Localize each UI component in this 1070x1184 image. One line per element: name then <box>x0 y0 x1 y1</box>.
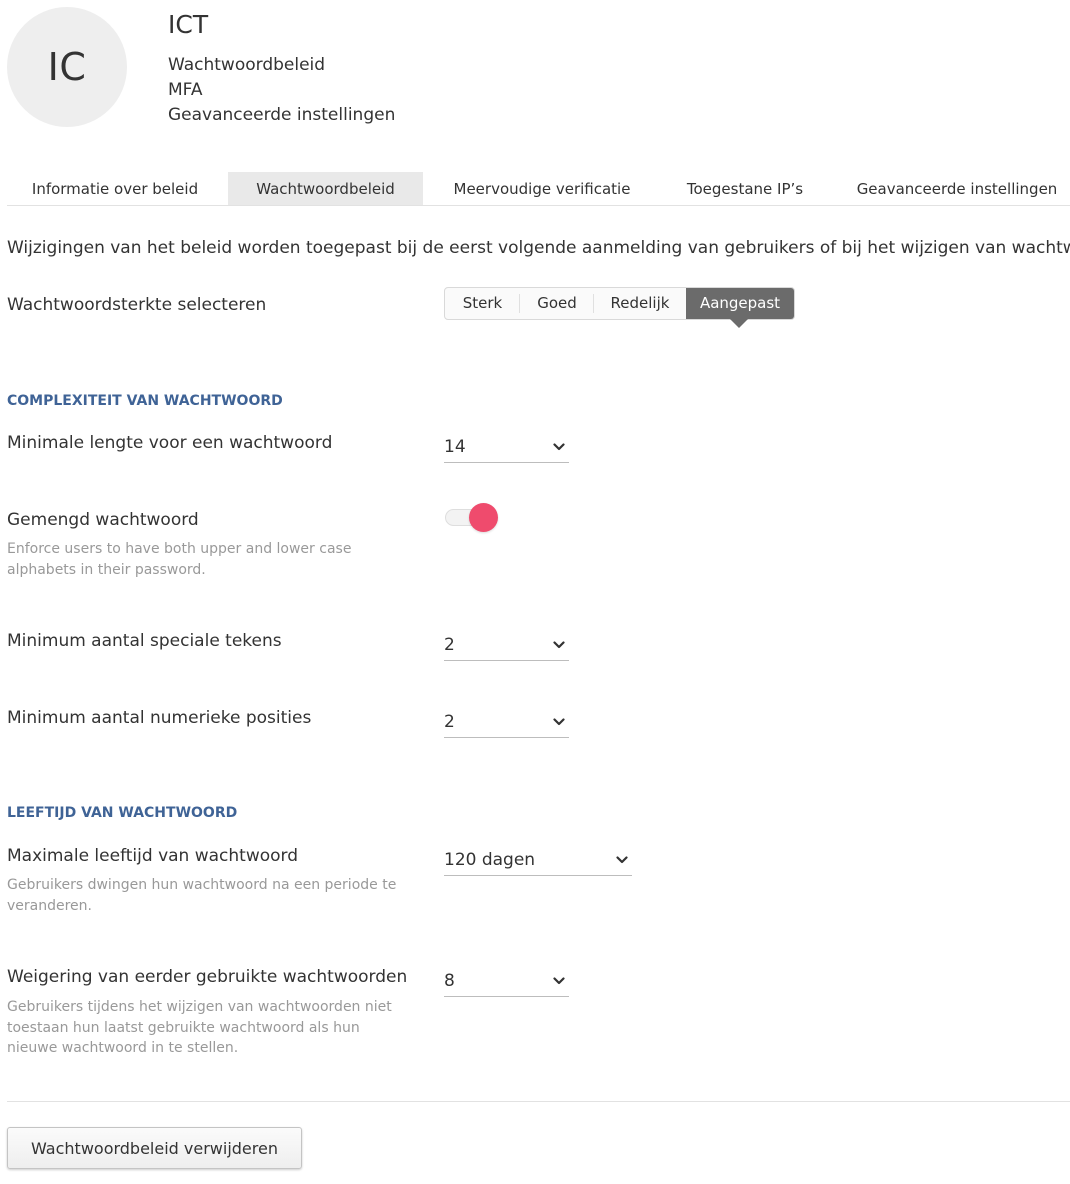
mixed-password-label: Gemengd wachtwoord <box>7 510 199 530</box>
min-numeric-label: Minimum aantal numerieke posities <box>7 708 312 728</box>
tab-advanced-settings[interactable]: Geavanceerde instellingen <box>852 172 1062 205</box>
chevron-down-icon <box>553 718 565 726</box>
tab-bar: Informatie over beleid Wachtwoordbeleid … <box>7 172 1070 206</box>
history-value: 8 <box>444 971 455 991</box>
chevron-down-icon <box>616 856 628 864</box>
policy-info-text: Wijzigingen van het beleid worden toegep… <box>7 238 1070 258</box>
delete-policy-button[interactable]: Wachtwoordbeleid verwijderen <box>7 1127 302 1169</box>
min-length-label: Minimale lengte voor een wachtwoord <box>7 433 333 453</box>
min-special-value: 2 <box>444 635 455 655</box>
strength-label: Wachtwoordsterkte selecteren <box>7 295 267 315</box>
history-select[interactable]: 8 <box>444 967 569 997</box>
chevron-down-icon <box>553 977 565 985</box>
strength-option-goed[interactable]: Goed <box>520 288 594 319</box>
max-age-value: 120 dagen <box>444 850 536 870</box>
max-age-select[interactable]: 120 dagen <box>444 846 632 876</box>
min-length-select[interactable]: 14 <box>444 433 569 463</box>
strength-selector: Sterk Goed Redelijk Aangepast <box>444 287 795 320</box>
min-numeric-select[interactable]: 2 <box>444 708 569 738</box>
tab-password-policy[interactable]: Wachtwoordbeleid <box>228 172 423 205</box>
selected-pointer <box>730 319 748 328</box>
max-age-label: Maximale leeftijd van wachtwoord <box>7 846 299 866</box>
min-special-select[interactable]: 2 <box>444 631 569 661</box>
min-numeric-value: 2 <box>444 712 455 732</box>
strength-option-sterk[interactable]: Sterk <box>445 288 520 319</box>
min-special-label: Minimum aantal speciale tekens <box>7 631 282 651</box>
strength-option-aangepast[interactable]: Aangepast <box>686 288 794 319</box>
mixed-password-toggle[interactable] <box>444 502 499 532</box>
history-help: Gebruikers tijdens het wijzigen van wach… <box>7 999 392 1056</box>
page-title: ICT <box>168 10 209 39</box>
complexity-heading: COMPLEXITEIT VAN WACHTWOORD <box>7 393 283 409</box>
mixed-password-help: Enforce users to have both upper and low… <box>7 541 352 578</box>
header-link-advanced[interactable]: Geavanceerde instellingen <box>168 105 395 125</box>
chevron-down-icon <box>553 641 565 649</box>
age-heading: LEEFTIJD VAN WACHTWOORD <box>7 805 238 821</box>
history-label: Weigering van eerder gebruikte wachtwoor… <box>7 967 408 987</box>
toggle-knob <box>469 503 498 532</box>
header-link-wachtwoordbeleid[interactable]: Wachtwoordbeleid <box>168 55 325 75</box>
strength-option-redelijk[interactable]: Redelijk <box>594 288 686 319</box>
avatar: IC <box>7 7 127 127</box>
chevron-down-icon <box>553 443 565 451</box>
header-link-mfa[interactable]: MFA <box>168 80 203 100</box>
tab-policy-info[interactable]: Informatie over beleid <box>19 172 211 205</box>
min-length-value: 14 <box>444 437 466 457</box>
tab-mfa[interactable]: Meervoudige verificatie <box>443 172 641 205</box>
max-age-help: Gebruikers dwingen hun wachtwoord na een… <box>7 877 397 914</box>
divider <box>7 1101 1070 1102</box>
tab-allowed-ips[interactable]: Toegestane IP’s <box>677 172 813 205</box>
